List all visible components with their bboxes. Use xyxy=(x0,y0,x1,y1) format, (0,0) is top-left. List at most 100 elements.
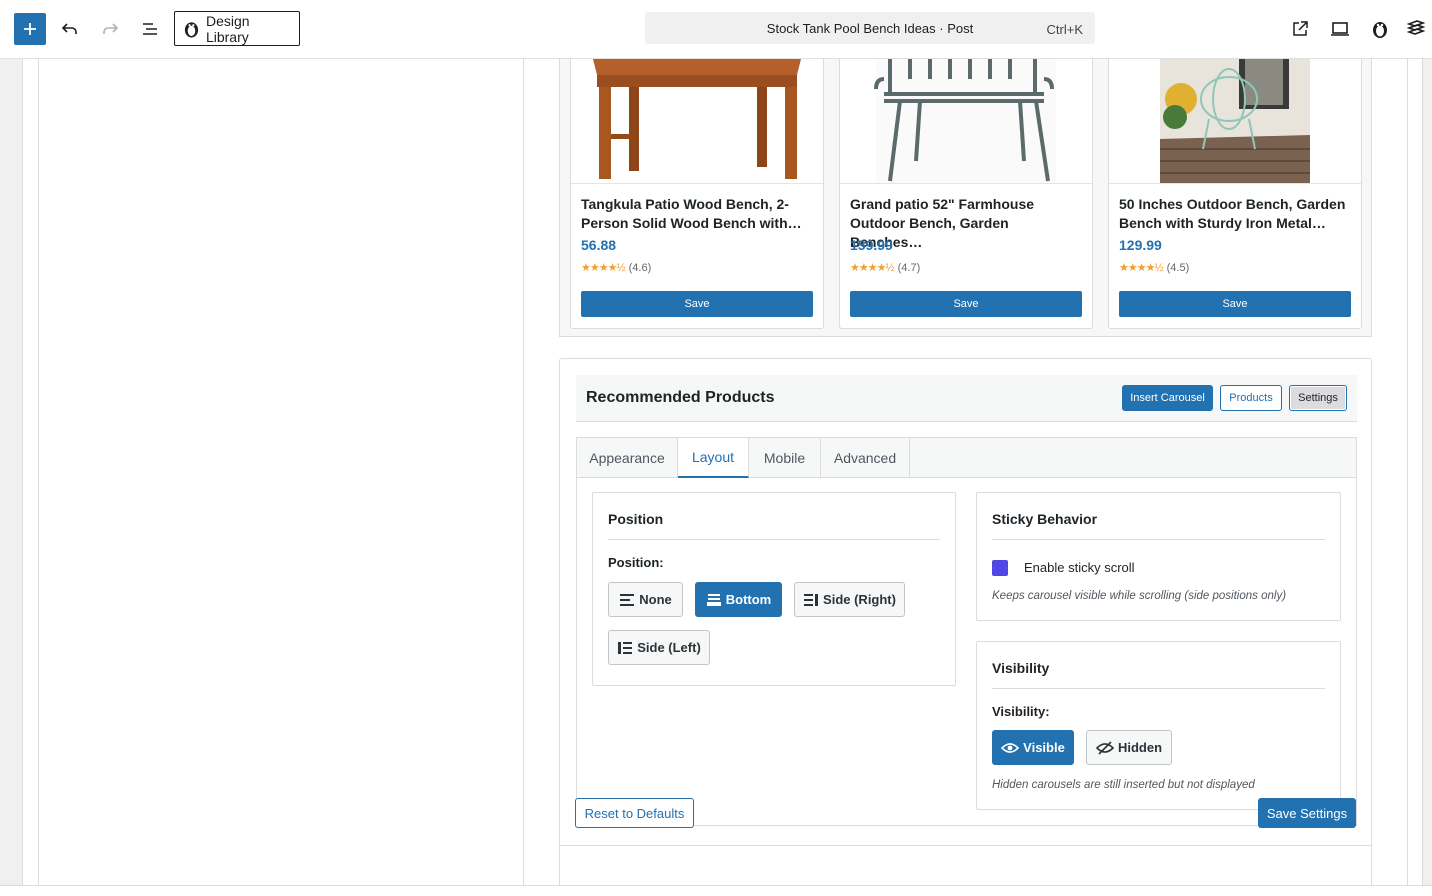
settings-button[interactable]: Settings xyxy=(1289,385,1347,411)
penguin-icon xyxy=(1373,22,1387,38)
command-palette-bar[interactable]: Stock Tank Pool Bench Ideas · Post Ctrl+… xyxy=(645,12,1095,44)
divider xyxy=(1407,59,1408,885)
tab-layout[interactable]: Layout xyxy=(678,438,749,478)
product-rating: ★★★★½ (4.6) xyxy=(581,261,651,274)
sticky-scroll-label[interactable]: Enable sticky scroll xyxy=(1024,560,1135,575)
product-card[interactable]: Tangkula Patio Wood Bench, 2-Person Soli… xyxy=(570,59,824,329)
align-bottom-icon xyxy=(706,593,721,606)
star-rating-icon: ★★★★½ xyxy=(850,262,895,274)
panel-header: Recommended Products Insert Carousel Pro… xyxy=(576,375,1357,422)
star-rating-icon: ★★★★½ xyxy=(581,262,626,274)
product-card[interactable]: 50 Inches Outdoor Bench, Garden Bench wi… xyxy=(1108,59,1362,329)
option-label: Side (Right) xyxy=(823,592,896,607)
option-label: Hidden xyxy=(1117,740,1163,755)
visibility-label: Visibility: xyxy=(992,704,1050,719)
plus-icon xyxy=(24,23,36,35)
products-button[interactable]: Products xyxy=(1220,385,1282,411)
eye-slash-icon xyxy=(1095,740,1114,755)
divider xyxy=(22,59,23,885)
align-right-icon xyxy=(804,593,819,606)
design-library-label: Design Library xyxy=(205,12,250,45)
save-product-button[interactable]: Save xyxy=(581,291,813,317)
metal-bench-image xyxy=(840,59,1092,183)
position-bottom-button[interactable]: Bottom xyxy=(695,582,782,617)
sticky-behavior-section: Sticky Behavior Enable sticky scroll Kee… xyxy=(976,492,1341,621)
product-carousel: Tangkula Patio Wood Bench, 2-Person Soli… xyxy=(559,59,1372,337)
wood-bench-image xyxy=(571,59,823,183)
garden-bench-image xyxy=(1109,59,1361,183)
tab-mobile[interactable]: Mobile xyxy=(749,438,821,478)
divider xyxy=(523,59,524,885)
tab-appearance[interactable]: Appearance xyxy=(577,438,678,478)
divider xyxy=(38,59,39,885)
view-post-button[interactable] xyxy=(1284,13,1316,45)
product-card[interactable]: Grand patio 52" Farmhouse Outdoor Bench,… xyxy=(839,59,1093,329)
section-title: Sticky Behavior xyxy=(992,511,1325,540)
product-rating: ★★★★½ (4.7) xyxy=(850,261,920,274)
product-name[interactable]: Tangkula Patio Wood Bench, 2-Person Soli… xyxy=(581,195,813,233)
visibility-visible-button[interactable]: Visible xyxy=(992,730,1074,765)
redo-button[interactable] xyxy=(94,13,126,45)
insert-carousel-button[interactable]: Insert Carousel xyxy=(1122,385,1213,411)
position-none-button[interactable]: None xyxy=(608,582,683,617)
plugin-logo-button[interactable] xyxy=(1400,13,1432,45)
save-settings-button[interactable]: Save Settings xyxy=(1258,798,1356,828)
product-rating: ★★★★½ (4.5) xyxy=(1119,261,1189,274)
save-product-button[interactable]: Save xyxy=(850,291,1082,317)
rating-value: (4.7) xyxy=(897,262,921,274)
reset-to-defaults-button[interactable]: Reset to Defaults xyxy=(575,798,694,828)
align-left-icon xyxy=(618,641,633,654)
settings-tabs: Appearance Layout Mobile Advanced Positi… xyxy=(576,437,1357,826)
tab-advanced[interactable]: Advanced xyxy=(821,438,910,478)
shortcut-hint: Ctrl+K xyxy=(1046,22,1083,37)
product-price: 56.88 xyxy=(581,237,617,253)
design-library-button[interactable]: Design Library xyxy=(174,11,300,46)
position-side-right-button[interactable]: Side (Right) xyxy=(794,582,905,617)
option-label: None xyxy=(639,592,672,607)
save-product-button[interactable]: Save xyxy=(1119,291,1351,317)
sticky-hint: Keeps carousel visible while scrolling (… xyxy=(992,590,1287,602)
product-price: 129.99 xyxy=(1119,237,1162,253)
align-none-icon xyxy=(620,593,635,606)
product-image[interactable] xyxy=(571,59,823,184)
star-rating-icon: ★★★★½ xyxy=(1119,262,1164,274)
visibility-hint: Hidden carousels are still inserted but … xyxy=(992,779,1255,791)
product-image[interactable] xyxy=(840,59,1092,184)
panel-title: Recommended Products xyxy=(586,389,775,406)
canvas-gutter-left xyxy=(0,59,22,885)
position-label: Position: xyxy=(608,555,664,570)
visibility-hidden-button[interactable]: Hidden xyxy=(1086,730,1172,765)
option-label: Side (Left) xyxy=(637,640,701,655)
rating-value: (4.5) xyxy=(1166,262,1190,274)
option-label: Bottom xyxy=(725,592,772,607)
undo-icon xyxy=(61,23,77,34)
add-block-button[interactable] xyxy=(14,13,46,45)
redo-icon xyxy=(103,23,119,34)
editor-toolbar: Design Library Stock Tank Pool Bench Ide… xyxy=(0,0,1432,59)
penguin-icon xyxy=(184,21,199,37)
product-price: 159.99 xyxy=(850,237,893,253)
list-view-icon xyxy=(143,23,157,35)
position-side-left-button[interactable]: Side (Left) xyxy=(608,630,710,665)
canvas-gutter-right xyxy=(1423,59,1432,885)
preview-button[interactable] xyxy=(1324,13,1356,45)
plugin-penguin-button[interactable] xyxy=(1364,13,1396,45)
stackable-logo-icon xyxy=(1406,20,1426,35)
post-title: Stock Tank Pool Bench Ideas · Post xyxy=(766,21,974,36)
rating-value: (4.6) xyxy=(628,262,652,274)
position-section: Position Position: None Bottom Side (Rig… xyxy=(592,492,956,686)
divider xyxy=(559,845,1372,846)
sticky-scroll-checkbox[interactable] xyxy=(992,560,1008,576)
visibility-section: Visibility Visibility: Visible Hidden Hi… xyxy=(976,641,1341,810)
product-name[interactable]: 50 Inches Outdoor Bench, Garden Bench wi… xyxy=(1119,195,1351,233)
desktop-icon xyxy=(1331,22,1349,36)
section-title: Visibility xyxy=(992,660,1325,689)
document-overview-button[interactable] xyxy=(134,13,166,45)
tab-bar: Appearance Layout Mobile Advanced xyxy=(577,438,1356,478)
external-link-icon xyxy=(1293,21,1308,36)
section-title: Position xyxy=(608,511,940,540)
undo-button[interactable] xyxy=(54,13,86,45)
option-label: Visible xyxy=(1023,740,1065,755)
eye-icon xyxy=(1001,742,1020,753)
product-image[interactable] xyxy=(1109,59,1361,184)
